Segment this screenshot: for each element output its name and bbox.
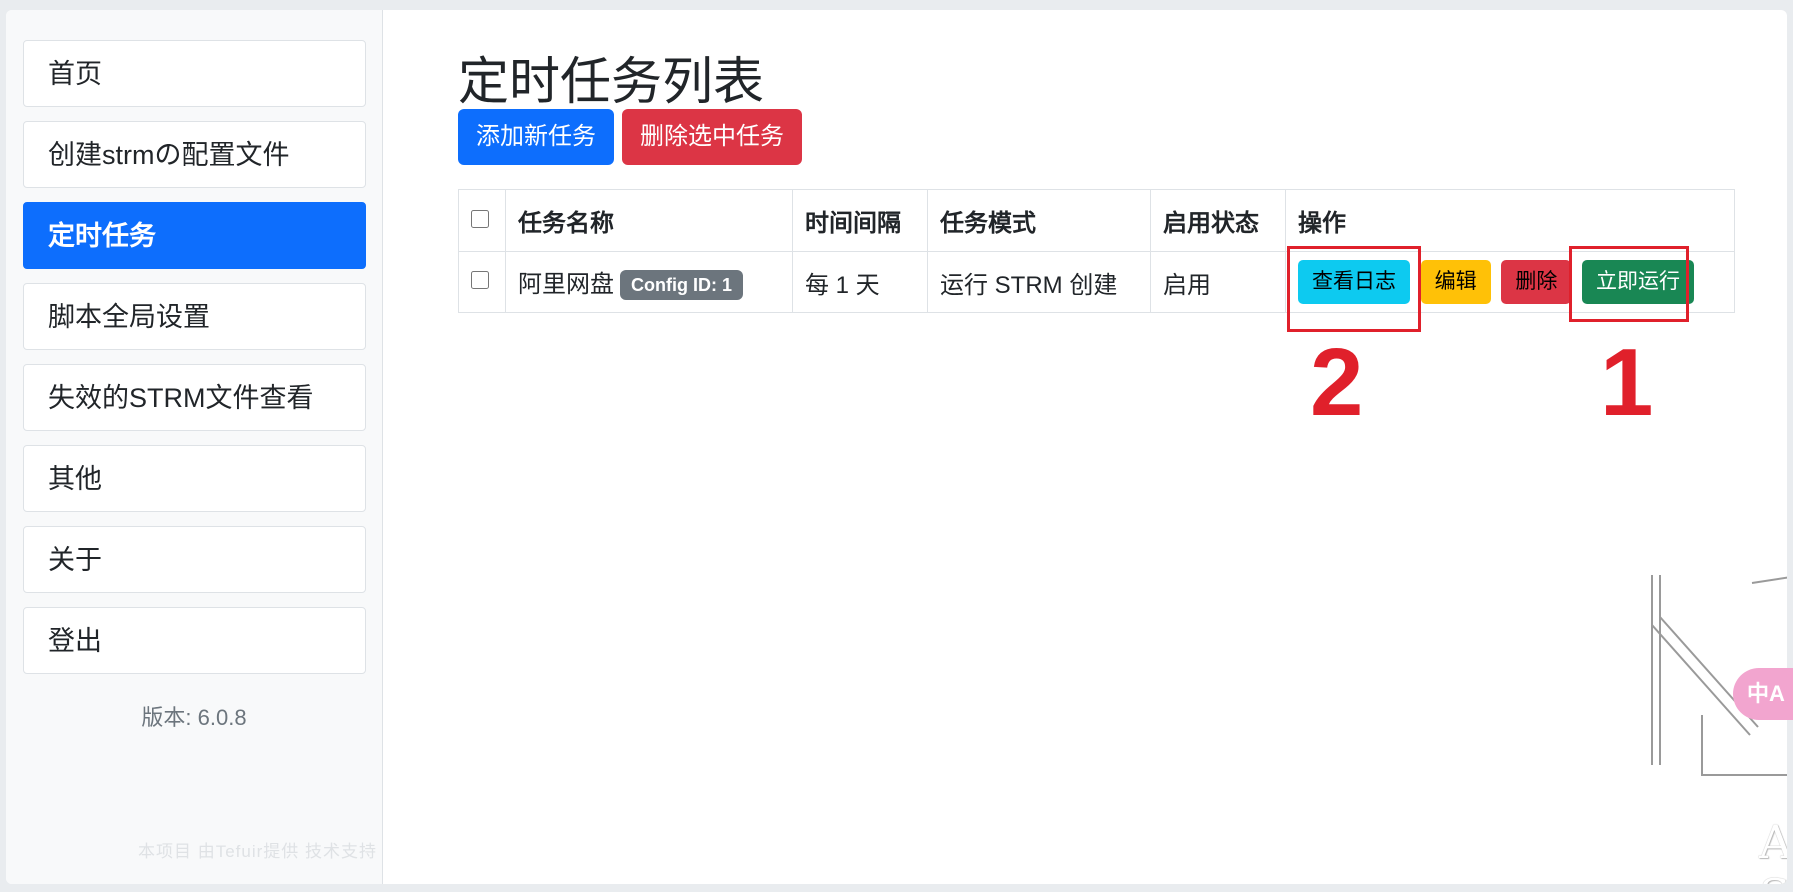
select-all-checkbox[interactable] [471,209,489,228]
delete-selected-button[interactable]: 删除选中任务 [622,109,802,165]
delete-button[interactable]: 删除 [1501,260,1572,304]
interval-cell: 每 1 天 [792,251,928,313]
header-status: 启用状态 [1150,189,1286,252]
header-interval: 时间间隔 [792,189,928,252]
sidebar-item-about[interactable]: 关于 [23,526,366,593]
edit-button[interactable]: 编辑 [1420,260,1491,304]
app-window: 首页 创建strmの配置文件 定时任务 脚本全局设置 失效的STRM文件查看 其… [6,10,1787,884]
version-label: 版本: 6.0.8 [141,705,247,730]
annotation-label-1: 1 [1600,329,1654,436]
header-task-name: 任务名称 [505,189,793,252]
sidebar-item-logout[interactable]: 登出 [23,607,366,674]
sidebar-item-invalid-strm[interactable]: 失效的STRM文件查看 [23,364,366,431]
annotation-box-2 [1287,246,1421,332]
table-row: 阿里网盘 Config ID: 1 每 1 天 运行 STRM 创建 启用 查看日… [458,251,1735,313]
mode-cell: 运行 STRM 创建 [927,251,1151,313]
main-content: 定时任务列表 添加新任务 删除选中任务 任务名称 时间间隔 任务模式 启用状态 … [382,10,1787,884]
config-id-badge: Config ID: 1 [620,270,743,301]
row-checkbox[interactable] [471,271,489,289]
sidebar-item-create-strm-config[interactable]: 创建strmの配置文件 [23,121,366,188]
add-task-button[interactable]: 添加新任务 [458,109,614,165]
top-actions: 添加新任务 删除选中任务 [458,109,802,165]
sidebar-nav: 首页 创建strmの配置文件 定时任务 脚本全局设置 失效的STRM文件查看 其… [23,40,366,688]
header-mode: 任务模式 [927,189,1151,252]
sidebar-footer: 本项目 由Tefuir提供 技术支持 [138,842,378,861]
sidebar-item-other[interactable]: 其他 [23,445,366,512]
table-header-row: 任务名称 时间间隔 任务模式 启用状态 操作 [458,189,1735,252]
sidebar-item-global-settings[interactable]: 脚本全局设置 [23,283,366,350]
row-select-cell [458,251,506,313]
annotation-label-2: 2 [1310,329,1364,436]
select-all-cell [458,189,506,252]
annotation-box-1 [1569,246,1689,322]
status-cell: 启用 [1150,251,1286,313]
sidebar: 首页 创建strmの配置文件 定时任务 脚本全局设置 失效的STRM文件查看 其… [6,10,383,884]
sidebar-item-home[interactable]: 首页 [23,40,366,107]
header-actions: 操作 [1285,189,1735,252]
page-title: 定时任务列表 [458,53,765,110]
sidebar-item-scheduled-tasks[interactable]: 定时任务 [23,202,366,269]
watermark-text: ALIST STRM [1759,815,1787,884]
task-name-cell: 阿里网盘 Config ID: 1 [505,251,793,313]
task-name: 阿里网盘 [518,270,614,298]
tasks-table: 任务名称 时间间隔 任务模式 启用状态 操作 阿里网盘 Config ID: 1 … [458,189,1735,313]
translate-icon[interactable]: 中A [1733,668,1793,720]
